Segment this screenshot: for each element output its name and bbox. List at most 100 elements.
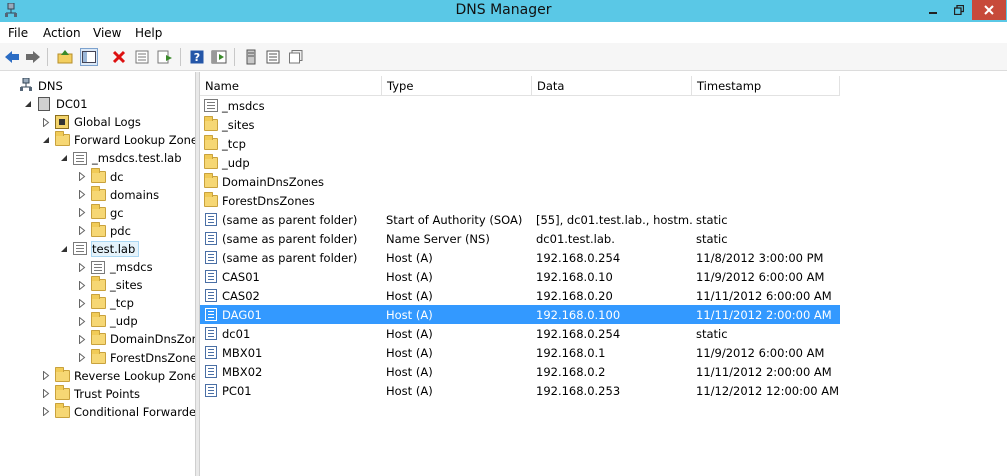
tree-item-global-logs[interactable]: Global Logs (41, 113, 141, 131)
record-row[interactable]: PC01 Host (A) 192.168.0.253 11/12/2012 12:0… (200, 381, 840, 400)
tree-item-label: _msdcs.test.lab (92, 151, 182, 166)
tree-item-msdcs[interactable]: _msdcs (77, 258, 153, 276)
collapsed-arrow-icon[interactable] (77, 298, 87, 308)
record-row[interactable]: (same as parent folder) Name Server (NS) d… (200, 229, 840, 248)
tree-item-forestdnszones[interactable]: ForestDnsZones (77, 348, 195, 367)
export-list-button[interactable] (156, 48, 174, 66)
record-row[interactable]: DomainDnsZones (200, 172, 840, 191)
tree-item-udp[interactable]: _udp (77, 312, 138, 330)
record-name: DAG01 (222, 307, 262, 322)
expanded-arrow-icon[interactable] (41, 135, 51, 145)
console-button[interactable] (210, 48, 228, 66)
expanded-arrow-icon[interactable] (59, 153, 69, 163)
collapsed-arrow-icon[interactable] (77, 208, 87, 218)
record-timestamp (696, 172, 840, 191)
expanded-arrow-icon[interactable] (59, 244, 69, 254)
collapsed-arrow-icon[interactable] (41, 371, 51, 381)
record-row[interactable]: _sites (200, 115, 840, 134)
tree-item-gc[interactable]: gc (77, 203, 124, 222)
tree-item-dc01[interactable]: DC01 (23, 95, 88, 113)
collapsed-arrow-icon[interactable] (77, 316, 87, 326)
record-row[interactable]: dc01 Host (A) 192.168.0.254 static (200, 324, 840, 343)
tree-item-dns[interactable]: DNS (5, 77, 63, 95)
record-name-cell: _msdcs (204, 96, 382, 115)
collapsed-arrow-icon[interactable] (77, 353, 87, 363)
tree-item-domaindnszones[interactable]: DomainDnsZones (77, 330, 195, 348)
tree-item-tcp[interactable]: _tcp (77, 294, 134, 312)
collapsed-arrow-icon[interactable] (41, 389, 51, 399)
column-header-timestamp[interactable]: Timestamp (692, 76, 840, 96)
record-icon (204, 232, 218, 246)
tree-item-forward-lookup-zones[interactable]: Forward Lookup Zones (41, 131, 195, 149)
record-row[interactable]: ForestDnsZones (200, 191, 840, 210)
collapsed-arrow-icon[interactable] (77, 190, 87, 200)
record-row[interactable]: (same as parent folder) Start of Authorit… (200, 210, 840, 229)
record-row[interactable]: DAG01 Host (A) 192.168.0.100 11/11/2012 2:0… (200, 305, 840, 324)
menu-help[interactable]: Help (135, 26, 162, 40)
server-icon (36, 97, 52, 112)
record-name-cell: dc01 (204, 324, 382, 343)
record-row[interactable]: MBX01 Host (A) 192.168.0.1 11/9/2012 6:00:0… (200, 343, 840, 362)
help-button[interactable]: ? (188, 48, 206, 66)
collapsed-arrow-icon[interactable] (77, 262, 87, 272)
tree-item-dc[interactable]: dc (77, 167, 124, 186)
back-button[interactable] (3, 48, 21, 66)
minimize-button[interactable] (920, 0, 946, 20)
collapsed-arrow-icon[interactable] (77, 226, 87, 236)
restore-button[interactable] (946, 0, 972, 20)
record-row[interactable]: CAS02 Host (A) 192.168.0.20 11/11/2012 6:00… (200, 286, 840, 305)
record-type (386, 172, 531, 191)
record-row[interactable]: (same as parent folder) Host (A) 192.168.0… (200, 248, 840, 267)
tree-item-msdcs-test-lab[interactable]: _msdcs.test.lab (59, 149, 182, 167)
forward-button[interactable] (24, 48, 42, 66)
tree-item-reverse-lookup-zones[interactable]: Reverse Lookup Zones (41, 366, 195, 385)
record-row[interactable]: _msdcs (200, 96, 840, 115)
console-tree[interactable]: DNS DC01 Global Logs Forward Lookup Zones _m… (0, 72, 195, 476)
record-row[interactable]: _tcp (200, 134, 840, 153)
server-button[interactable] (242, 48, 260, 66)
record-row[interactable]: _udp (200, 153, 840, 172)
close-button[interactable] (972, 0, 1006, 20)
tree-item-label: _sites (110, 278, 143, 293)
up-one-level-button[interactable] (56, 48, 74, 66)
copy-button[interactable] (287, 48, 305, 66)
properties-button[interactable] (133, 48, 151, 66)
collapsed-arrow-icon[interactable] (77, 172, 87, 182)
expanded-arrow-icon[interactable] (23, 99, 33, 109)
tree-item-conditional-forwarders[interactable]: Conditional Forwarders (41, 402, 195, 421)
record-data: 192.168.0.100 (536, 307, 621, 322)
tree-item-label: _msdcs (110, 260, 153, 274)
copy-icon (289, 50, 303, 64)
delete-button[interactable] (110, 48, 128, 66)
column-header-type[interactable]: Type (382, 76, 532, 96)
record-icon (204, 289, 218, 303)
menu-file[interactable]: File (8, 26, 28, 40)
tree-item-trust-points[interactable]: Trust Points (41, 384, 140, 403)
tree-item-test-lab[interactable]: test.lab (59, 240, 140, 258)
record-type: Host (A) (386, 345, 433, 360)
record-icon (204, 365, 218, 379)
tree-item-sites[interactable]: _sites (77, 276, 143, 294)
column-header-data[interactable]: Data (532, 76, 692, 96)
collapsed-arrow-icon[interactable] (77, 280, 87, 290)
tree-item-pdc[interactable]: pdc (77, 221, 131, 240)
menu-action[interactable]: Action (43, 26, 81, 40)
collapsed-arrow-icon[interactable] (41, 117, 51, 127)
collapsed-arrow-icon[interactable] (41, 407, 51, 417)
record-type: Host (A) (386, 288, 433, 303)
tree-item-label: Reverse Lookup Zones (74, 368, 195, 383)
menu-view[interactable]: View (93, 26, 121, 40)
column-header-name[interactable]: Name (200, 76, 382, 96)
records-list[interactable]: Name Type Data Timestamp _msdcs _sites _tc… (200, 72, 1007, 476)
record-row[interactable]: CAS01 Host (A) 192.168.0.10 11/9/2012 6:00:… (200, 267, 840, 286)
show-hide-tree-button[interactable] (80, 48, 98, 66)
collapsed-arrow-icon[interactable] (77, 334, 87, 344)
zone-icon (72, 151, 88, 165)
list-button[interactable] (264, 48, 282, 66)
folder-icon (54, 402, 70, 419)
record-name: dc01 (222, 326, 251, 341)
tree-item-label: Conditional Forwarders (74, 404, 195, 419)
record-row[interactable]: MBX02 Host (A) 192.168.0.2 11/11/2012 2:00:… (200, 362, 840, 381)
tree-item-domains[interactable]: domains (77, 185, 159, 204)
record-icon (204, 384, 218, 398)
